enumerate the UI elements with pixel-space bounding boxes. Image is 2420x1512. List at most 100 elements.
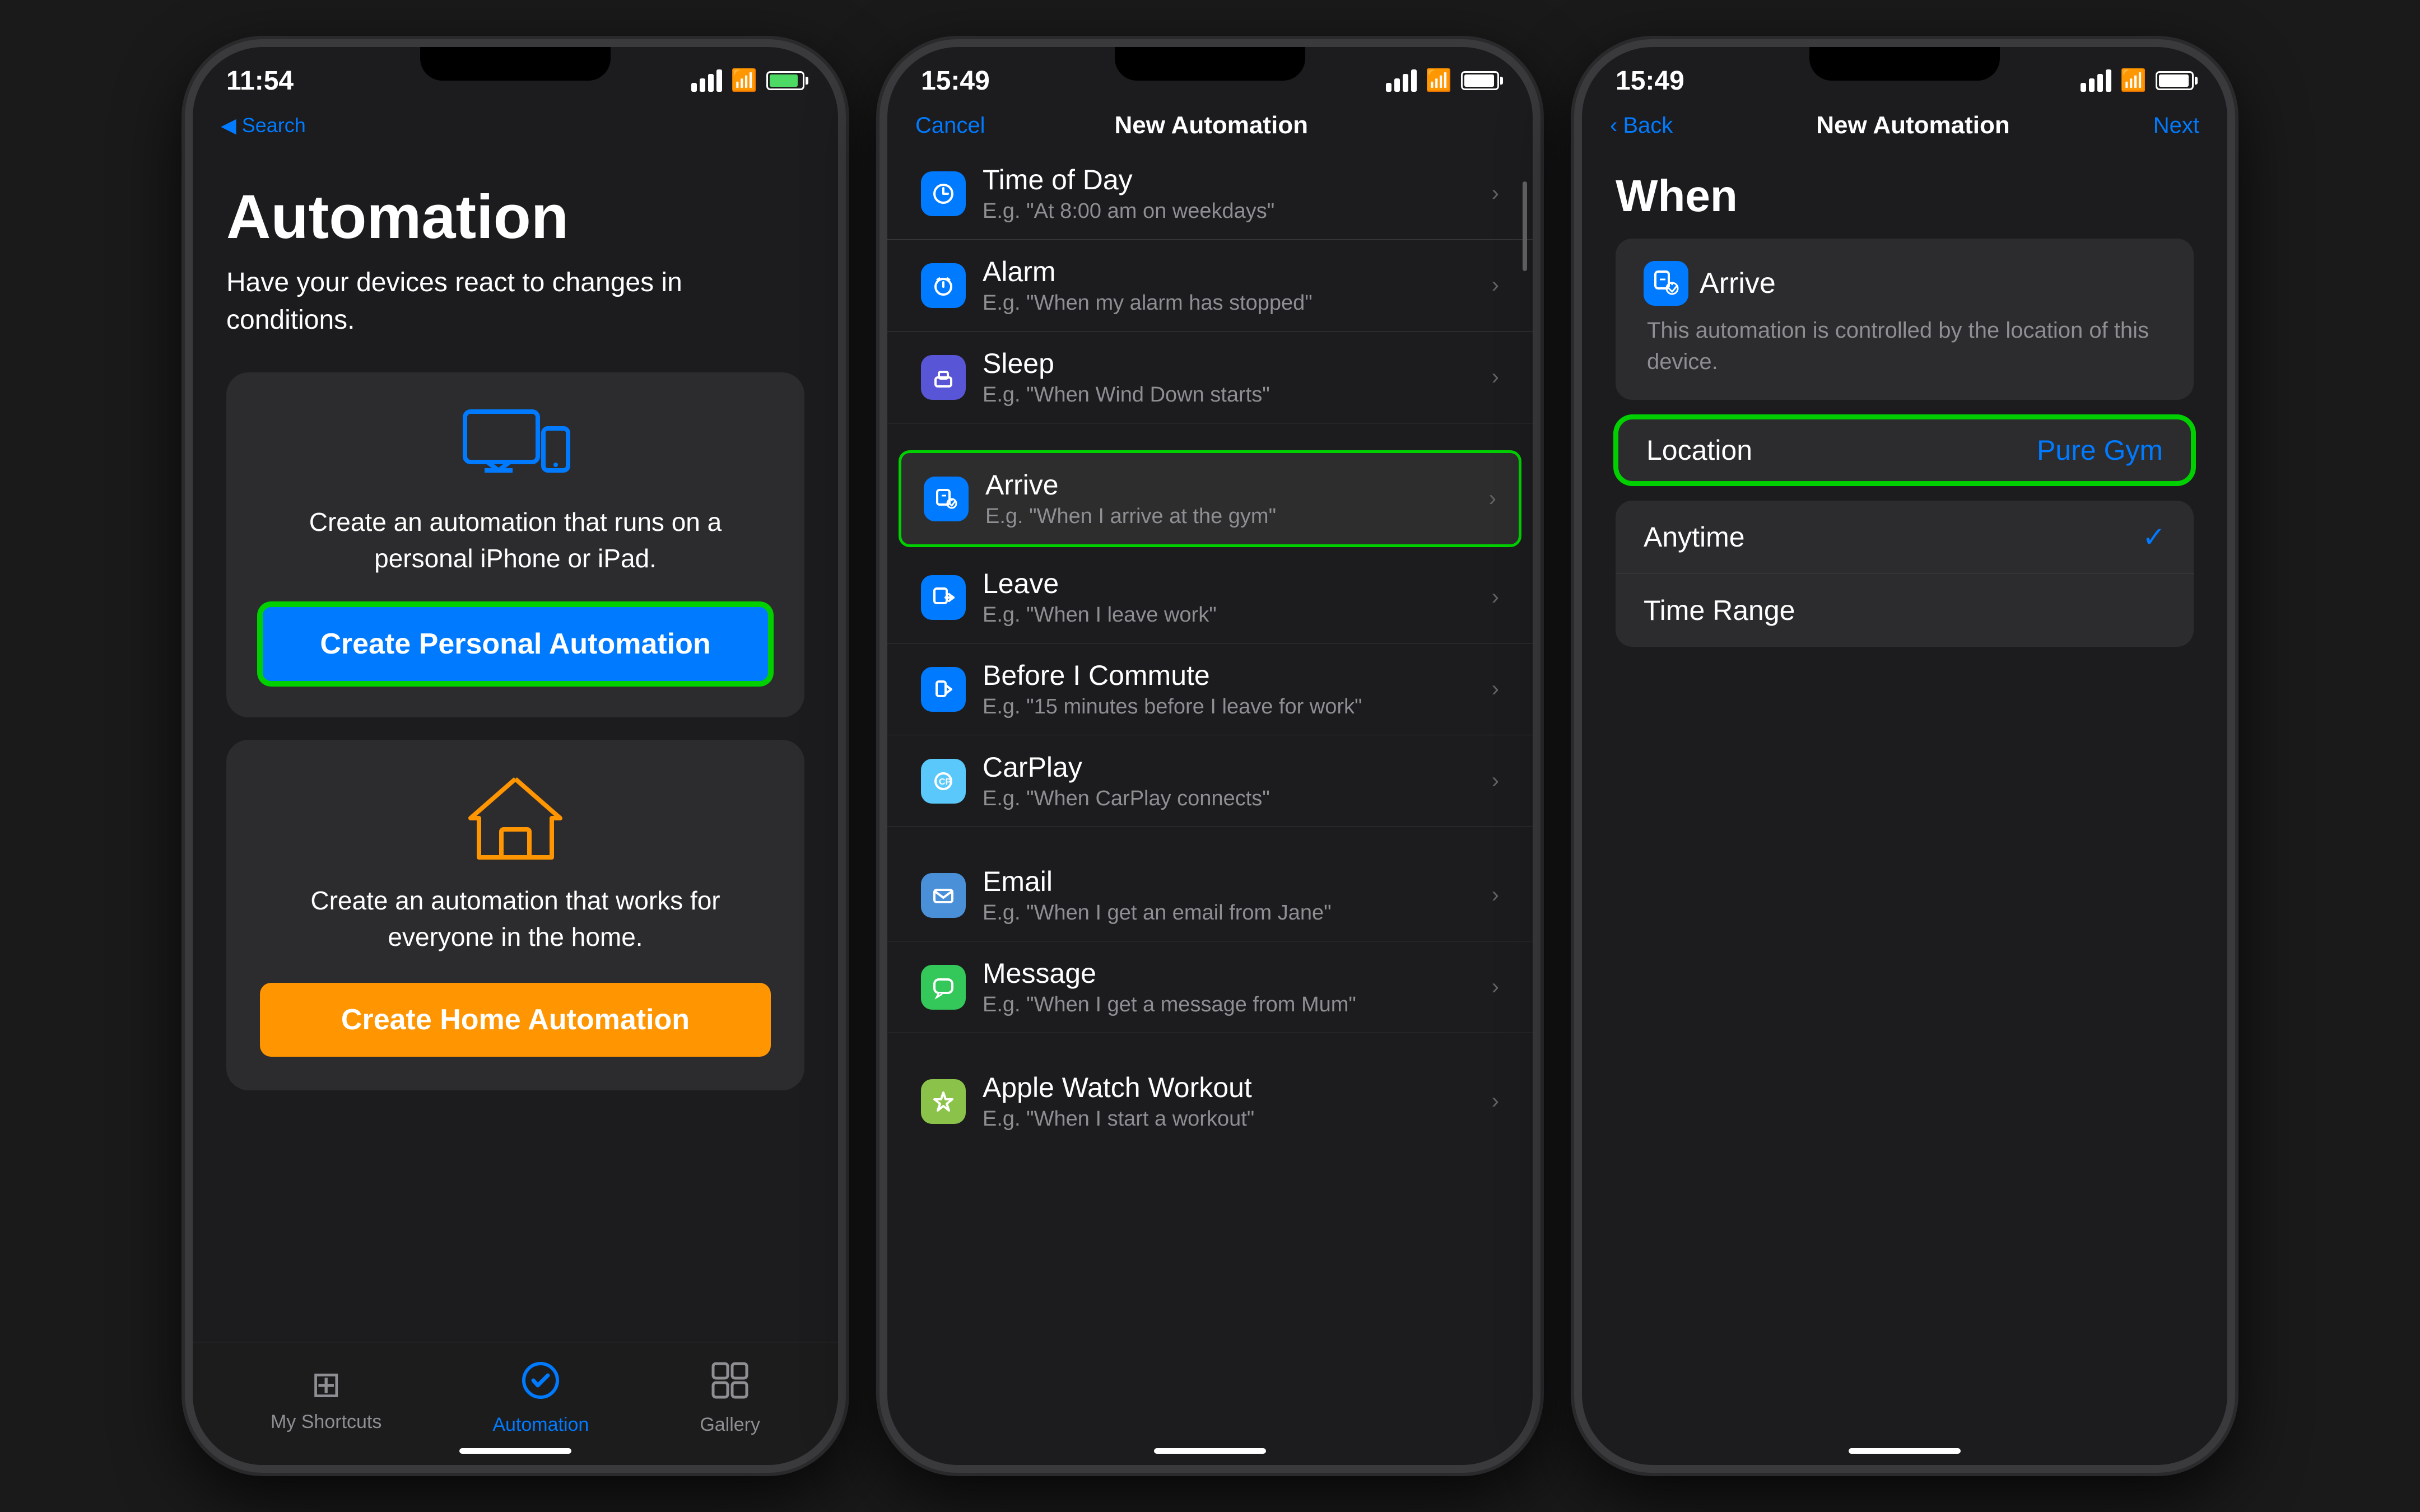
time-3: 15:49: [1616, 66, 1684, 96]
list-item-carplay[interactable]: CP CarPlay E.g. "When CarPlay connects" …: [887, 735, 1533, 827]
phone-1: 11:54 📶 ◀ Search Automation Have your de…: [185, 39, 846, 1473]
status-bar-2: 15:49 📶: [887, 47, 1533, 103]
arrive-text: Arrive E.g. "When I arrive at the gym": [985, 469, 1472, 529]
wifi-icon-2: 📶: [1426, 68, 1452, 93]
battery-fill-2: [1464, 74, 1494, 87]
house-icon: [465, 773, 566, 866]
phone-2: 15:49 📶 Cancel New Automation: [879, 39, 1541, 1473]
alarm-eg: E.g. "When my alarm has stopped": [983, 291, 1475, 315]
screen1-content: Automation Have your devices react to ch…: [193, 148, 838, 1090]
sleep-text: Sleep E.g. "When Wind Down starts": [983, 347, 1475, 407]
status-icons-1: 📶: [691, 68, 804, 93]
chevron-icon-3: ›: [1492, 365, 1499, 390]
workout-label: Apple Watch Workout: [983, 1071, 1475, 1104]
message-label: Message: [983, 957, 1475, 990]
home-indicator-2: [1154, 1448, 1266, 1454]
time-of-day-icon: [921, 171, 966, 216]
gallery-icon: [710, 1361, 750, 1408]
battery-fill-3: [2159, 74, 2189, 87]
home-indicator-1: [459, 1448, 571, 1454]
status-icons-2: 📶: [1386, 68, 1499, 93]
nav-bar-2: Cancel New Automation: [887, 103, 1533, 148]
personal-desc: Create an automation that runs on a pers…: [260, 504, 771, 576]
list-item-workout[interactable]: Apple Watch Workout E.g. "When I start a…: [887, 1056, 1533, 1154]
when-section: When Arrive This automatio: [1582, 148, 2227, 669]
commute-eg: E.g. "15 minutes before I leave for work…: [983, 695, 1475, 719]
location-card[interactable]: Location Pure Gym: [1616, 417, 2194, 484]
sleep-eg: E.g. "When Wind Down starts": [983, 383, 1475, 407]
chevron-icon-7: ›: [1492, 768, 1499, 794]
gallery-label: Gallery: [700, 1414, 760, 1436]
scroll-indicator[interactable]: [1523, 181, 1527, 271]
screens-container: 11:54 📶 ◀ Search Automation Have your de…: [185, 39, 2235, 1473]
alarm-icon: [921, 263, 966, 308]
search-bar-1: ◀ Search: [193, 103, 838, 148]
arrive-icon-box: [1644, 261, 1688, 306]
battery-icon-2: [1461, 71, 1499, 90]
home-desc: Create an automation that works for ever…: [260, 883, 771, 955]
automation-label: Automation: [492, 1414, 589, 1436]
message-text: Message E.g. "When I get a message from …: [983, 957, 1475, 1017]
chevron-icon-9: ›: [1492, 974, 1499, 1000]
battery-fill: [770, 74, 798, 87]
list-item-alarm[interactable]: Alarm E.g. "When my alarm has stopped" ›: [887, 240, 1533, 332]
arrive-icon: [924, 477, 969, 521]
chevron-icon-2: ›: [1492, 273, 1499, 298]
chevron-icon-5: ›: [1492, 585, 1499, 610]
location-label: Location: [1646, 434, 1752, 466]
time-2: 15:49: [921, 66, 990, 96]
search-link-1[interactable]: ◀ Search: [221, 114, 306, 137]
wifi-icon-3: 📶: [2120, 68, 2147, 93]
carplay-text: CarPlay E.g. "When CarPlay connects": [983, 751, 1475, 811]
list-item-arrive[interactable]: Arrive E.g. "When I arrive at the gym" ›: [899, 450, 1521, 547]
alarm-text: Alarm E.g. "When my alarm has stopped": [983, 255, 1475, 315]
create-personal-button[interactable]: Create Personal Automation: [260, 604, 771, 684]
status-bar-1: 11:54 📶: [193, 47, 838, 103]
workout-icon: [921, 1079, 966, 1124]
cancel-button[interactable]: Cancel: [915, 113, 985, 138]
chevron-icon-6: ›: [1492, 676, 1499, 702]
message-eg: E.g. "When I get a message from Mum": [983, 993, 1475, 1017]
list-item-email[interactable]: Email E.g. "When I get an email from Jan…: [887, 850, 1533, 941]
home-indicator-3: [1849, 1448, 1961, 1454]
time-of-day-eg: E.g. "At 8:00 am on weekdays": [983, 199, 1475, 223]
time-of-day-text: Time of Day E.g. "At 8:00 am on weekdays…: [983, 164, 1475, 223]
phone-3: 15:49 📶 ‹ Back New Automation Next When: [1574, 39, 2235, 1473]
email-label: Email: [983, 865, 1475, 898]
nav-title-3: New Automation: [1816, 111, 2009, 139]
list-item-commute[interactable]: Before I Commute E.g. "15 minutes before…: [887, 643, 1533, 735]
time-1: 11:54: [226, 66, 294, 96]
leave-eg: E.g. "When I leave work": [983, 603, 1475, 627]
back-label: Back: [1623, 113, 1673, 138]
location-value: Pure Gym: [2037, 434, 2163, 466]
tab-automation[interactable]: Automation: [492, 1361, 589, 1436]
workout-text: Apple Watch Workout E.g. "When I start a…: [983, 1071, 1475, 1131]
sleep-label: Sleep: [983, 347, 1475, 380]
list-item-leave[interactable]: Leave E.g. "When I leave work" ›: [887, 552, 1533, 643]
next-button[interactable]: Next: [2153, 113, 2199, 138]
tab-my-shortcuts[interactable]: ⊞ My Shortcuts: [271, 1364, 381, 1433]
email-eg: E.g. "When I get an email from Jane": [983, 901, 1475, 925]
arrive-label-text: Arrive: [1700, 267, 1776, 300]
email-icon: [921, 873, 966, 918]
back-button[interactable]: ‹ Back: [1610, 113, 1673, 138]
workout-eg: E.g. "When I start a workout": [983, 1107, 1475, 1131]
list-item-sleep[interactable]: Sleep E.g. "When Wind Down starts" ›: [887, 332, 1533, 423]
page-title-1: Automation: [226, 181, 804, 253]
options-card: Anytime ✓ Time Range: [1616, 501, 2194, 647]
signal-icon-2: [1386, 69, 1417, 92]
option-anytime[interactable]: Anytime ✓: [1616, 501, 2194, 574]
carplay-eg: E.g. "When CarPlay connects": [983, 787, 1475, 811]
battery-icon: [766, 71, 804, 90]
chevron-icon-10: ›: [1492, 1089, 1499, 1114]
sleep-icon: [921, 355, 966, 400]
tab-gallery[interactable]: Gallery: [700, 1361, 760, 1436]
nav-bar-3: ‹ Back New Automation Next: [1582, 103, 2227, 148]
commute-text: Before I Commute E.g. "15 minutes before…: [983, 659, 1475, 719]
list-item-time-of-day[interactable]: Time of Day E.g. "At 8:00 am on weekdays…: [887, 148, 1533, 240]
back-chevron-icon: ‹: [1610, 113, 1617, 138]
devices-icon: [459, 406, 571, 487]
create-home-button[interactable]: Create Home Automation: [260, 983, 771, 1057]
list-item-message[interactable]: Message E.g. "When I get a message from …: [887, 941, 1533, 1033]
option-time-range[interactable]: Time Range: [1616, 574, 2194, 647]
